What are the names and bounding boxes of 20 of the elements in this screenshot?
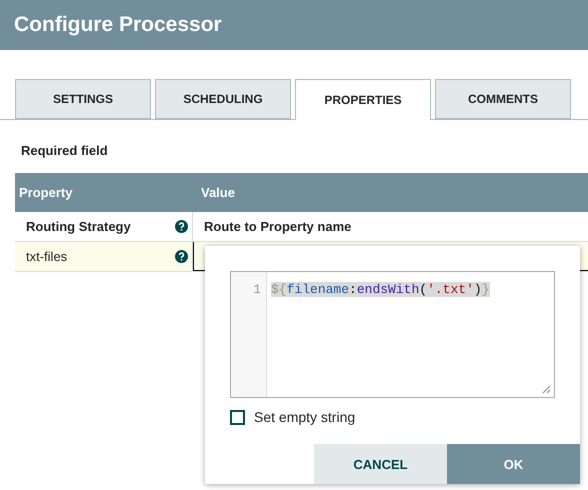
help-icon[interactable]	[175, 250, 188, 263]
checkbox[interactable]	[230, 410, 245, 424]
column-header: Property	[18, 185, 74, 200]
cancel-button[interactable]: CANCEL	[314, 444, 447, 484]
property-name: Routing Strategy	[26, 219, 131, 234]
checkbox-label: Set empty string	[254, 409, 356, 425]
resize-handle-icon[interactable]	[542, 385, 551, 394]
tab[interactable]: COMMENTS	[435, 79, 571, 119]
help-icon[interactable]	[175, 220, 188, 233]
property-name: txt-files	[26, 249, 68, 264]
expression-code: ${filename:endsWith('.txt')}	[271, 282, 490, 297]
line-number: 1	[253, 282, 261, 297]
property-value[interactable]: Route to Property name	[204, 219, 352, 234]
column-header: Value	[200, 185, 235, 200]
tab[interactable]: SCHEDULING	[155, 79, 291, 119]
tab[interactable]: SETTINGS	[15, 79, 151, 119]
code-editor[interactable]: 1 ${filename:endsWith('.txt')}	[230, 271, 555, 398]
window-title: Configure Processor	[14, 13, 222, 37]
required-field-note: Required field	[21, 143, 108, 158]
tab[interactable]: PROPERTIES	[295, 79, 431, 120]
